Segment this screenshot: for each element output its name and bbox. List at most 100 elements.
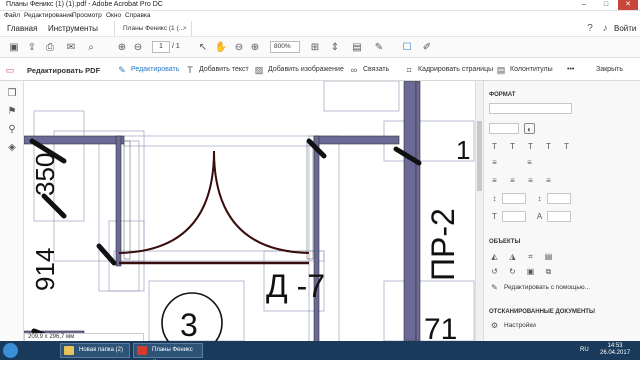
scroll-mode-icon[interactable]: ⇕ [328,41,342,55]
tab-tools[interactable]: Инструменты [48,24,98,33]
page-up-icon[interactable]: ⊕ [115,41,129,55]
bullet-list-icon[interactable]: ≡ [489,157,500,168]
door-d7-label: Д -7 [266,268,325,304]
text-t3-icon[interactable]: T [561,141,572,152]
edit-with-link[interactable]: Редактировать с помощью... [504,284,590,291]
comment-icon[interactable]: ☐ [400,41,414,55]
document-tab-close[interactable]: × [183,25,187,32]
page-number-input[interactable]: 1 [152,41,170,53]
minimize-button[interactable]: – [574,0,594,10]
tab-home[interactable]: Главная [7,24,37,33]
text-t2-icon[interactable]: T [543,141,554,152]
link-button[interactable]: Связать [363,66,389,73]
menu-view[interactable]: Просмотр [72,12,102,19]
headers-button[interactable]: Колонтитулы [510,66,553,73]
line-spacing-icon[interactable]: ↕ [489,193,500,204]
color-picker-icon[interactable]: ◐ [524,123,535,134]
paragraph-spacing-input[interactable] [547,193,571,204]
align-justify-icon[interactable]: ≡ [543,175,554,186]
menu-window[interactable]: Окно [106,12,121,19]
print-icon[interactable]: ⎙ [43,41,57,55]
signin-button[interactable]: Войти [614,24,636,33]
flip-vertical-icon[interactable]: ◭ [489,251,500,262]
layers-icon[interactable]: ◈ [5,141,19,155]
select-cursor-icon[interactable]: ↖ [196,41,210,55]
edit-button[interactable]: Редактировать [131,66,179,73]
group-icon[interactable]: ⧉ [543,266,554,277]
scanned-docs-header: ОТСКАНИРОВАННЫЕ ДОКУМЕНТЫ [489,309,595,315]
add-image-icon: ▨ [254,65,264,75]
maximize-button[interactable]: □ [596,0,616,10]
document-canvas[interactable]: 350 914 ПР-2 Д -7 3 71 1 [24,81,475,341]
line-spacing-input[interactable] [502,193,526,204]
taskbar-folder[interactable]: Новая папка (2) [60,343,130,358]
language-indicator[interactable]: RU [580,347,589,353]
rotate-left-icon[interactable]: ↺ [489,266,500,277]
align-center-icon[interactable]: ≡ [507,175,518,186]
bell-icon[interactable]: ♪ [598,22,612,36]
paragraph-spacing-icon[interactable]: ↕ [534,193,545,204]
zoom-out-icon[interactable]: ⊖ [232,41,246,55]
save-icon[interactable]: ▣ [7,41,21,55]
pen-icon[interactable]: ✐ [420,41,434,55]
align-right-icon[interactable]: ≡ [525,175,536,186]
text-t-icon[interactable]: T [489,141,500,152]
document-scrollbar[interactable] [475,81,483,341]
attachment-icon[interactable]: ⚲ [5,123,19,137]
char-spacing-input[interactable] [547,211,571,222]
crop-object-icon[interactable]: ⌗ [525,251,536,262]
more-button[interactable]: ••• [567,66,574,73]
close-edit-button[interactable]: Закрыть [596,66,623,73]
document-tab[interactable]: Планы Феникс (1 (... × [114,21,192,36]
help-icon[interactable]: ? [583,22,597,36]
menu-file[interactable]: Файл [4,12,20,19]
bookmark-icon[interactable]: ⚑ [5,105,19,119]
text-tr-icon[interactable]: T [525,141,536,152]
rotate-right-icon[interactable]: ↻ [507,266,518,277]
add-image-button[interactable]: Добавить изображение [268,66,344,73]
nav-bar: Главная Инструменты ? ♪ Войти [0,21,640,36]
char-spacing-icon[interactable]: A [534,211,545,222]
search-icon[interactable]: ⌕ [84,41,98,55]
upload-icon[interactable]: ⇪ [25,41,39,55]
settings-link[interactable]: Настройки [504,322,536,329]
taskbar-acrobat[interactable]: Планы Феникс (1... [133,343,203,366]
scrollbar-thumb[interactable] [477,121,482,191]
taskbar-clock[interactable]: 14:53 26.04.2017 [600,343,630,357]
zoom-select[interactable]: 800% [270,41,300,53]
numbered-list-icon[interactable]: ≡ [524,157,535,168]
menu-edit[interactable]: Редактирование [24,12,74,19]
dimension-914-label: 914 [30,248,60,291]
close-window-button[interactable]: ✕ [618,0,638,10]
clock-date: 26.04.2017 [600,350,631,356]
room-number-label: 3 [180,307,198,341]
font-size-select[interactable] [489,123,519,134]
start-button[interactable] [3,343,18,358]
edit-pdf-title[interactable]: Редактировать PDF [27,66,100,75]
fill-sign-icon[interactable]: ✎ [372,41,386,55]
align-left-icon[interactable]: ≡ [489,175,500,186]
text-tt-icon[interactable]: T [507,141,518,152]
arrange-icon[interactable]: ▤ [543,251,554,262]
hand-icon[interactable]: ✋ [214,41,228,55]
scale-input[interactable] [502,211,526,222]
mail-icon[interactable]: ✉ [64,41,78,55]
clock-time: 14:53 [607,343,623,349]
page-down-icon[interactable]: ⊖ [131,41,145,55]
read-mode-icon[interactable]: ▤ [350,41,364,55]
replace-image-icon[interactable]: ▣ [525,266,536,277]
pages-icon[interactable]: ❐ [5,87,19,101]
objects-header: ОБЪЕКТЫ [489,239,521,245]
format-header: ФОРМАТ [489,92,516,98]
add-text-icon: T [187,65,193,75]
menu-help[interactable]: Справка [125,12,151,19]
add-text-button[interactable]: Добавить текст [199,66,249,73]
font-family-select[interactable] [489,103,572,114]
scale-icon[interactable]: T [489,211,500,222]
main-toolbar: ▣ ⇪ ⎙ ✉ ⌕ ⊕ ⊖ ↖ ✋ ⊖ ⊕ ⊞ ⇕ ▤ ✎ ☐ ✐ [0,36,640,58]
crop-icon: ⌗ [406,65,412,75]
flip-horizontal-icon[interactable]: ◮ [507,251,518,262]
zoom-in-icon[interactable]: ⊕ [248,41,262,55]
crop-button[interactable]: Кадрировать страницы [418,66,493,73]
fit-page-icon[interactable]: ⊞ [308,41,322,55]
